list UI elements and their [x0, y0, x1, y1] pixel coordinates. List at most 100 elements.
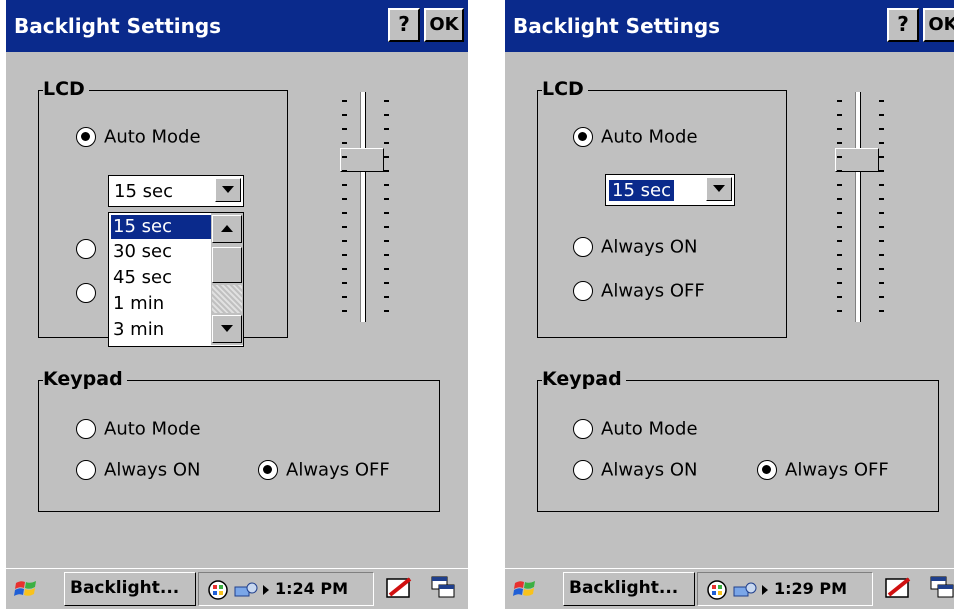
- keypad-always-on-radio[interactable]: Always ON: [573, 459, 697, 481]
- ok-button[interactable]: OK: [923, 8, 954, 42]
- radio-unchecked-icon: [76, 283, 96, 303]
- keypad-group: Keypad: [537, 366, 939, 512]
- radio-label: Always OFF: [601, 280, 705, 302]
- windows-flag-icon[interactable]: [14, 577, 38, 601]
- dropdown-arrow-button[interactable]: [706, 177, 732, 201]
- scroll-up-button[interactable]: [212, 215, 242, 243]
- dropdown-arrow-button[interactable]: [215, 178, 241, 202]
- chevron-down-icon: [221, 325, 233, 332]
- slider-tick: [342, 170, 347, 172]
- keypad-always-off-radio[interactable]: Always OFF: [258, 459, 390, 481]
- slider-tick: [837, 170, 842, 172]
- connection-icon[interactable]: [233, 579, 259, 601]
- keypad-auto-mode-radio[interactable]: Auto Mode: [76, 418, 201, 440]
- lcd-always-off-radio[interactable]: Always OFF: [573, 280, 705, 302]
- slider-tick: [837, 254, 842, 256]
- lcd-always-on-radio[interactable]: [76, 238, 104, 259]
- switch-windows-icon[interactable]: [430, 575, 458, 601]
- slider-tick: [384, 198, 389, 200]
- keypad-always-off-radio[interactable]: Always OFF: [757, 459, 889, 481]
- slider-thumb[interactable]: [340, 147, 384, 172]
- connection-icon[interactable]: [732, 579, 758, 601]
- keypad-group-label: Keypad: [542, 366, 626, 392]
- radio-label: Auto Mode: [601, 418, 698, 440]
- lcd-brightness-slider[interactable]: [819, 92, 899, 324]
- keypad-group-label: Keypad: [43, 366, 127, 392]
- slider-tick: [879, 184, 884, 186]
- dropdown-option[interactable]: 1 min: [111, 292, 211, 316]
- expand-arrow-icon[interactable]: [263, 585, 269, 595]
- dropdown-scrollbar[interactable]: [211, 213, 243, 345]
- slider-tick: [342, 198, 347, 200]
- windows-flag-icon[interactable]: [513, 577, 537, 601]
- backlight-dialog-left: Backlight Settings ? OK LCD Auto Mode 15…: [6, 0, 468, 609]
- dropdown-option[interactable]: 45 sec: [111, 266, 211, 290]
- slider-tick: [879, 254, 884, 256]
- chevron-up-icon: [221, 225, 233, 232]
- slider-tick: [879, 114, 884, 116]
- help-button[interactable]: ?: [887, 8, 919, 42]
- radio-unchecked-icon: [573, 460, 593, 480]
- slider-tick: [342, 296, 347, 298]
- slider-thumb[interactable]: [835, 147, 879, 172]
- slider-tick: [384, 156, 389, 158]
- help-button[interactable]: ?: [388, 8, 420, 42]
- radio-label: Always ON: [601, 236, 698, 258]
- lcd-always-on-radio[interactable]: Always ON: [573, 236, 697, 258]
- slider-tick: [837, 100, 842, 102]
- task-button-backlight[interactable]: Backlight...: [563, 572, 695, 606]
- switch-windows-icon[interactable]: [929, 575, 954, 601]
- slider-tick: [837, 240, 842, 242]
- dropdown-option[interactable]: 30 sec: [111, 240, 211, 264]
- lcd-brightness-slider[interactable]: [324, 92, 404, 324]
- slider-tick: [879, 142, 884, 144]
- slider-tick: [879, 268, 884, 270]
- dropdown-option[interactable]: 3 min: [111, 318, 211, 342]
- slider-tick: [342, 310, 347, 312]
- slider-track: [855, 92, 861, 322]
- chevron-down-icon: [713, 185, 725, 192]
- radio-label: Auto Mode: [104, 418, 201, 440]
- scroll-thumb[interactable]: [212, 247, 242, 283]
- lcd-auto-mode-radio[interactable]: Auto Mode: [76, 126, 201, 148]
- slider-tick: [879, 310, 884, 312]
- slider-tick: [384, 310, 389, 312]
- sip-keyboard-icon[interactable]: [384, 575, 414, 601]
- network-icon[interactable]: [207, 579, 229, 601]
- keypad-auto-mode-radio[interactable]: Auto Mode: [573, 418, 698, 440]
- lcd-timeout-combobox[interactable]: 15 sec: [108, 175, 244, 207]
- slider-tick: [342, 282, 347, 284]
- slider-tick: [837, 296, 842, 298]
- slider-tick: [342, 142, 347, 144]
- slider-tick: [384, 226, 389, 228]
- expand-arrow-icon[interactable]: [762, 585, 768, 595]
- ok-button[interactable]: OK: [424, 8, 464, 42]
- clock[interactable]: 1:29 PM: [774, 579, 847, 598]
- slider-tick: [342, 156, 347, 158]
- radio-label: Always OFF: [286, 459, 390, 481]
- lcd-always-off-radio[interactable]: [76, 282, 104, 303]
- sip-keyboard-icon[interactable]: [883, 575, 913, 601]
- network-icon[interactable]: [706, 579, 728, 601]
- radio-label: Always OFF: [785, 459, 889, 481]
- radio-label: Auto Mode: [104, 126, 201, 148]
- slider-tick: [879, 282, 884, 284]
- slider-tick: [384, 282, 389, 284]
- slider-tick: [384, 170, 389, 172]
- slider-tick: [837, 226, 842, 228]
- slider-tick: [384, 240, 389, 242]
- lcd-auto-mode-radio[interactable]: Auto Mode: [573, 126, 698, 148]
- scroll-track[interactable]: [212, 285, 242, 313]
- clock[interactable]: 1:24 PM: [275, 579, 348, 598]
- lcd-group-label: LCD: [43, 76, 89, 102]
- slider-tick: [879, 128, 884, 130]
- slider-tick: [342, 114, 347, 116]
- window-title: Backlight Settings: [513, 14, 721, 38]
- dropdown-option[interactable]: 15 sec: [111, 215, 211, 239]
- task-button-backlight[interactable]: Backlight...: [64, 572, 196, 606]
- scroll-down-button[interactable]: [212, 315, 242, 343]
- slider-track: [360, 92, 366, 322]
- keypad-always-on-radio[interactable]: Always ON: [76, 459, 200, 481]
- radio-checked-icon: [757, 460, 777, 480]
- lcd-timeout-combobox[interactable]: 15 sec: [605, 174, 735, 206]
